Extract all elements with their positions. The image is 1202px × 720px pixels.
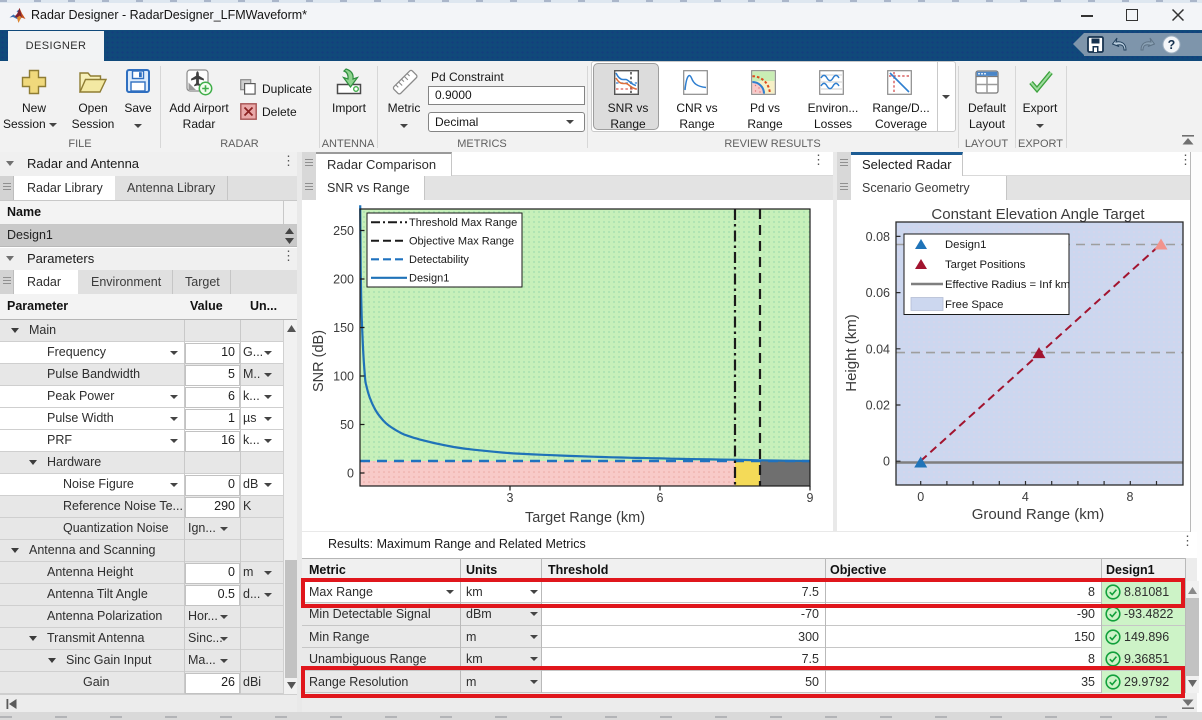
svg-text:0.02: 0.02 bbox=[866, 399, 890, 413]
svg-text:Design1: Design1 bbox=[409, 273, 449, 285]
svg-text:6: 6 bbox=[657, 491, 664, 505]
svg-text:Objective Max Range: Objective Max Range bbox=[409, 236, 514, 248]
svg-text:250: 250 bbox=[333, 224, 354, 238]
svg-text:200: 200 bbox=[333, 273, 354, 287]
svg-text:0.08: 0.08 bbox=[866, 230, 890, 244]
svg-text:4: 4 bbox=[1022, 490, 1029, 504]
svg-text:0.04: 0.04 bbox=[866, 342, 890, 356]
svg-text:100: 100 bbox=[333, 370, 354, 384]
svg-text:50: 50 bbox=[340, 418, 354, 432]
svg-text:0: 0 bbox=[347, 467, 354, 481]
svg-text:Constant Elevation Angle Targe: Constant Elevation Angle Target bbox=[931, 206, 1145, 223]
svg-text:Effective Radius = Inf km: Effective Radius = Inf km bbox=[945, 279, 1070, 291]
svg-text:150: 150 bbox=[333, 321, 354, 335]
svg-text:9: 9 bbox=[807, 491, 814, 505]
svg-text:?: ? bbox=[1168, 38, 1176, 52]
svg-text:Threshold Max Range: Threshold Max Range bbox=[409, 217, 517, 229]
svg-text:0: 0 bbox=[883, 455, 890, 469]
svg-text:8: 8 bbox=[1127, 490, 1134, 504]
svg-text:Detectability: Detectability bbox=[409, 254, 469, 266]
svg-text:3: 3 bbox=[507, 491, 514, 505]
svg-text:Ground Range (km): Ground Range (km) bbox=[972, 506, 1105, 523]
svg-text:Design1: Design1 bbox=[945, 239, 986, 251]
svg-text:0: 0 bbox=[917, 490, 924, 504]
svg-text:Free Space: Free Space bbox=[945, 299, 1003, 311]
svg-text:Target Range (km): Target Range (km) bbox=[525, 510, 645, 526]
svg-text:0.06: 0.06 bbox=[866, 286, 890, 300]
svg-text:SNR (dB): SNR (dB) bbox=[311, 330, 327, 392]
svg-text:Target Positions: Target Positions bbox=[945, 259, 1026, 271]
svg-text:Height (km): Height (km) bbox=[843, 314, 860, 392]
